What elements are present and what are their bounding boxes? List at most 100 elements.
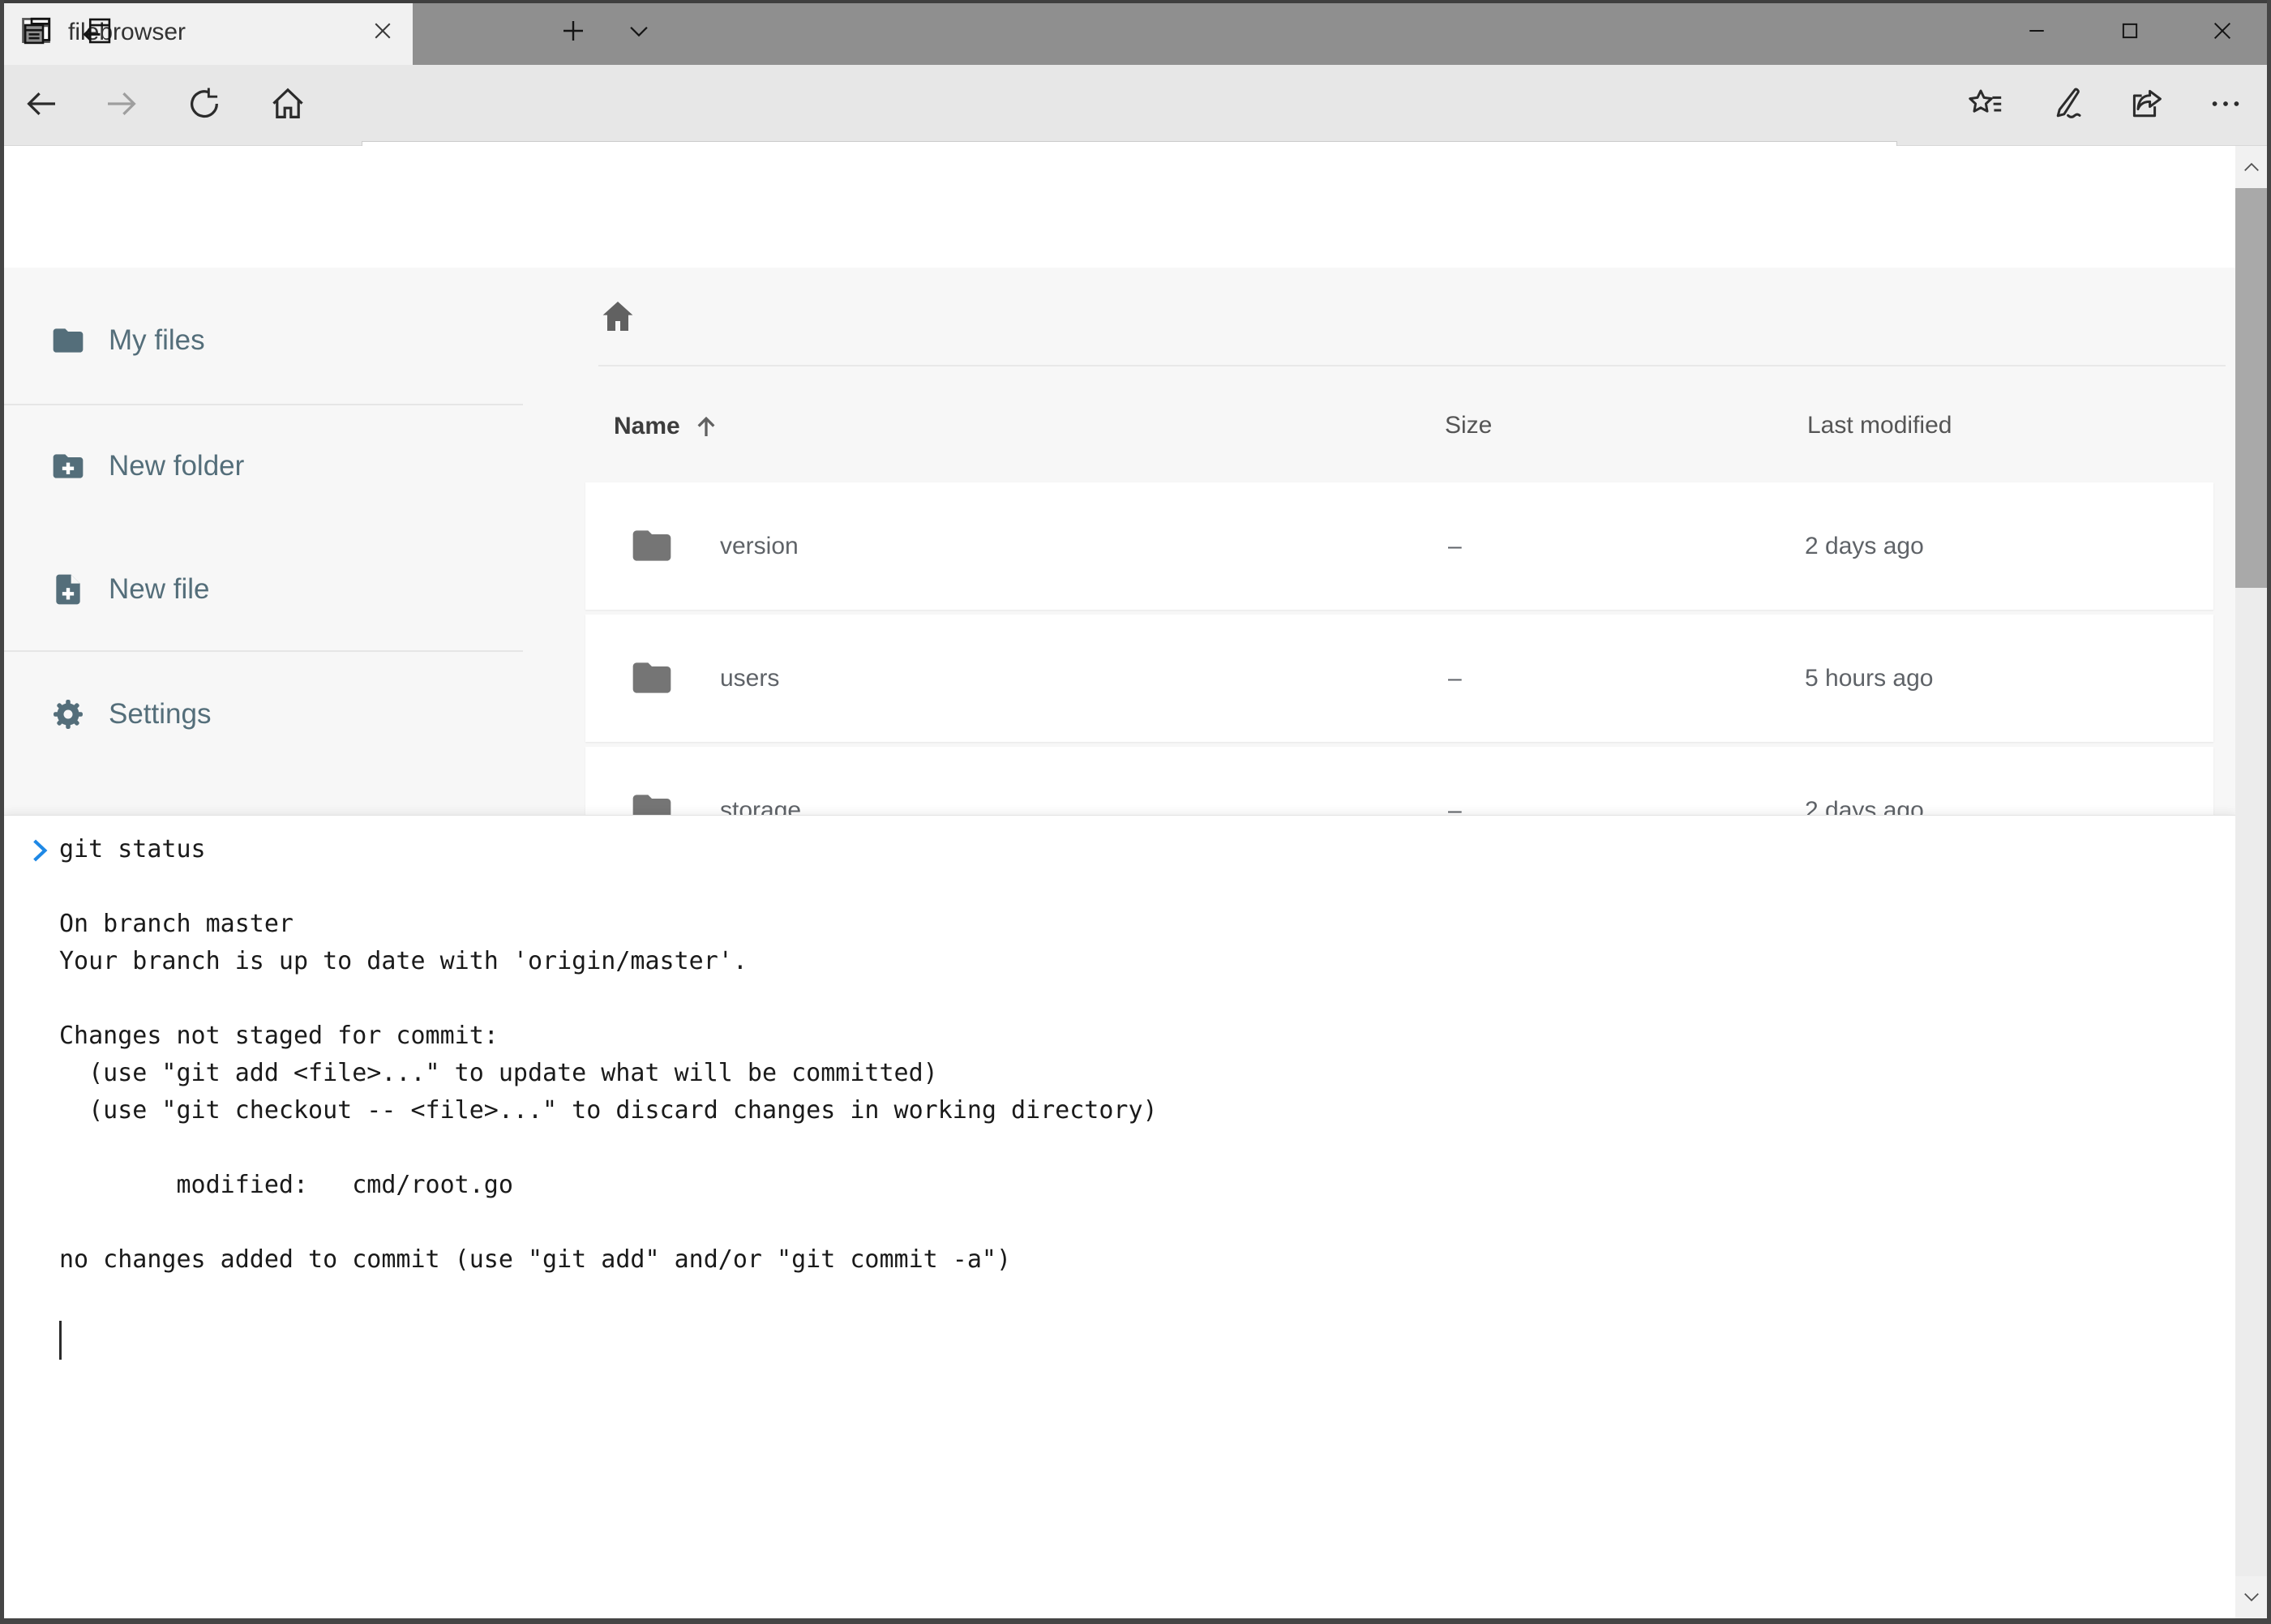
home-filled-icon [598,297,637,336]
prompt-chevron-icon [29,838,50,868]
app-header [0,146,2271,268]
window-border [2267,0,2271,1624]
window-maximize-button[interactable] [2093,0,2167,65]
terminal-line: (use "git checkout -- <file>..." to disc… [59,1092,1158,1129]
scrollbar-down-button[interactable] [2235,1576,2267,1618]
scrollbar-thumb[interactable] [2235,188,2267,588]
window-minimize-button[interactable] [1999,0,2074,65]
sidebar-item-label: New file [109,573,209,606]
plus-icon [559,16,588,49]
more-options-button[interactable] [2202,65,2249,146]
terminal-line [59,868,1158,906]
hub-favorites-button[interactable] [1962,65,2009,146]
set-tabs-aside-button[interactable] [19,0,55,65]
listing-header-row: Name Size Last modified [585,407,2226,448]
file-row-users[interactable]: users – 5 hours ago [585,615,2213,742]
sidebar-item-my-files[interactable]: My files [0,296,523,385]
file-name: users [720,665,779,692]
window-border [0,0,2271,3]
forward-button[interactable] [98,65,145,146]
chevron-down-icon [2243,1591,2260,1604]
refresh-icon [186,85,223,126]
folder-icon [629,523,675,568]
sidebar-item-new-folder[interactable]: New folder [0,422,523,511]
terminal-line [59,1129,1158,1167]
home-icon [268,84,307,127]
file-row-storage[interactable]: storage – 2 days ago [585,747,2213,815]
terminal-line: Changes not staged for commit: [59,1018,1158,1055]
file-name: version [720,533,799,560]
close-icon [2209,18,2235,48]
file-modified: 5 hours ago [1805,665,1933,692]
file-size: – [1448,797,1462,816]
pen-icon [2047,84,2086,127]
file-modified: 2 days ago [1805,533,1924,560]
gear-icon [50,696,86,732]
terminal-line [59,980,1158,1018]
file-size: – [1448,665,1462,692]
sidebar-divider [0,404,523,405]
share-button[interactable] [2123,65,2170,146]
scrollbar-up-button[interactable] [2235,146,2267,188]
file-name: storage [720,797,801,816]
tab-restore-arrow-icon [80,14,114,52]
terminal-input-line[interactable] [59,1321,1158,1358]
tab-preview-toggle[interactable] [619,0,658,65]
sidebar-divider [0,650,523,652]
new-folder-icon [50,448,86,484]
window-border [0,1618,2271,1624]
chevron-up-icon [2243,161,2260,174]
terminal-line: no changes added to commit (use "git add… [59,1241,1158,1279]
terminal-panel[interactable]: git status On branch master Your branch … [4,815,2235,1618]
back-button[interactable] [18,65,65,146]
file-row-version[interactable]: version – 2 days ago [585,482,2213,610]
tabs-set-aside-list-button[interactable] [79,0,115,65]
home-button[interactable] [264,65,311,146]
share-icon [2127,84,2166,127]
titlebar: filebrowser [0,0,2271,65]
terminal-line [59,1204,1158,1241]
chevron-down-icon [625,17,653,49]
column-header-size[interactable]: Size [1445,412,1492,439]
window-border [0,0,4,1624]
terminal-line: On branch master [59,906,1158,943]
terminal-line: (use "git add <file>..." to update what … [59,1055,1158,1092]
terminal-line: Your branch is up to date with 'origin/m… [59,943,1158,980]
sidebar-item-label: Settings [109,698,211,731]
column-header-name[interactable]: Name [614,412,721,441]
tab-close-icon[interactable] [371,19,395,47]
file-size: – [1448,533,1462,560]
terminal-line: modified: cmd/root.go [59,1167,1158,1204]
file-listing: Name Size Last modified version – 2 days… [585,268,2226,815]
sort-ascending-icon [692,412,721,441]
sidebar-item-settings[interactable]: Settings [0,670,523,759]
new-tab-button[interactable] [555,0,591,65]
folder-icon [50,323,86,358]
maximize-icon [2118,19,2142,47]
minimize-icon [2025,19,2049,47]
sidebar-item-label: My files [109,324,205,357]
terminal-line [59,1279,1158,1316]
folder-icon [629,787,675,815]
text-cursor [59,1321,62,1360]
forward-arrow-icon [102,84,141,127]
column-header-modified[interactable]: Last modified [1807,412,1952,439]
tabs-pages-icon [20,14,54,52]
folder-icon [629,655,675,701]
breadcrumb-home-button[interactable] [598,297,637,336]
page-scrollbar[interactable] [2235,146,2267,1618]
file-modified: 2 days ago [1805,797,1924,816]
web-notes-button[interactable] [2043,65,2090,146]
ellipsis-icon [2207,85,2244,126]
listing-divider [598,365,2226,366]
window-close-button[interactable] [2185,0,2260,65]
content-area: My files New folder New file [0,268,2271,815]
terminal-output: git status On branch master Your branch … [59,831,1158,1358]
browser-toolbar: filebrowser.web/files/ [0,65,2271,146]
star-list-icon [1966,84,2005,127]
sidebar-item-new-file[interactable]: New file [0,545,523,634]
browser-tab[interactable]: filebrowser [0,0,413,65]
back-arrow-icon [22,84,61,127]
refresh-button[interactable] [181,65,228,146]
new-file-icon [50,572,86,607]
